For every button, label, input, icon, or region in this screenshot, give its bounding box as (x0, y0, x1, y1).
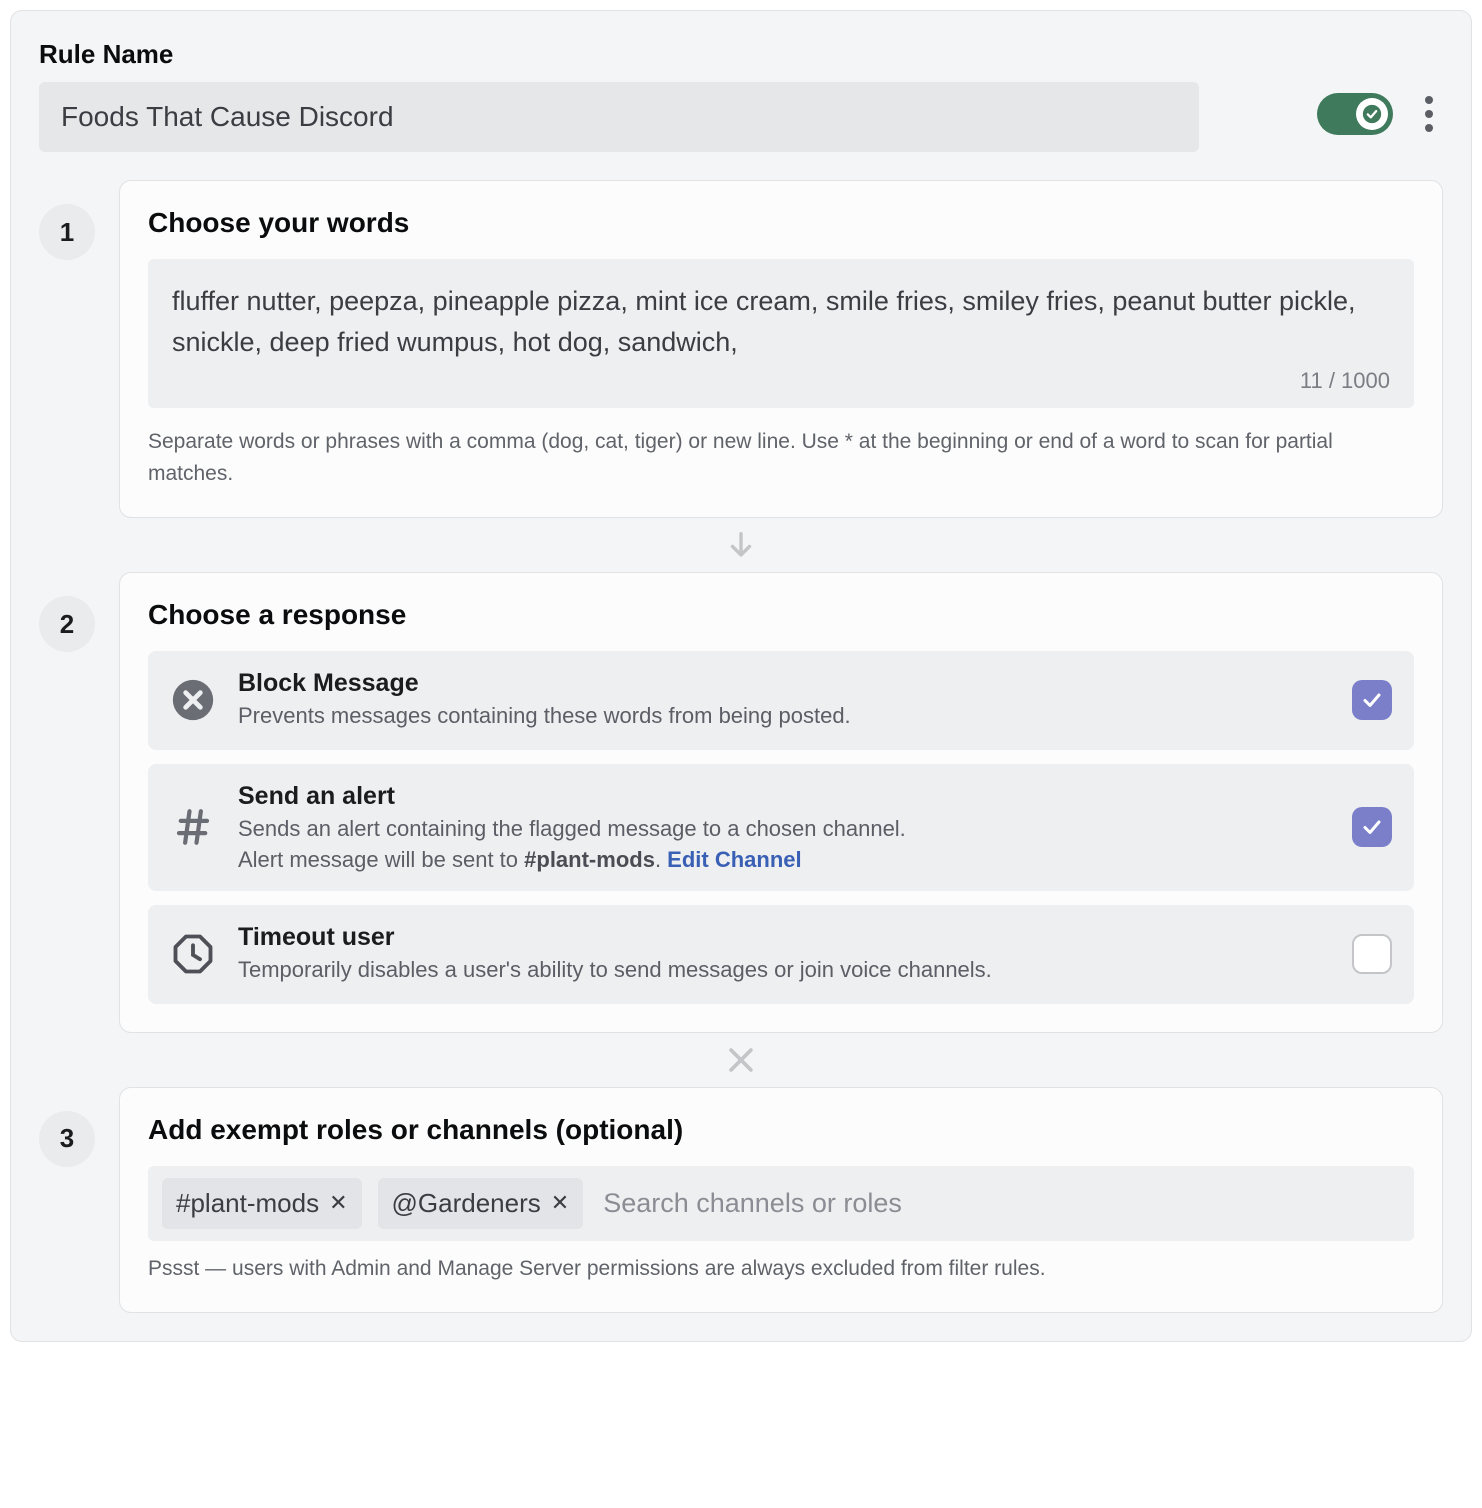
rule-name-label: Rule Name (39, 39, 1199, 70)
exempt-helper-text: Pssst — users with Admin and Manage Serv… (148, 1253, 1414, 1285)
step-1: 1 Choose your words fluffer nutter, peep… (39, 180, 1443, 518)
step-number-2: 2 (39, 596, 95, 652)
rule-name-input[interactable] (39, 82, 1199, 152)
rule-name-block: Rule Name (39, 39, 1199, 152)
response-alert-desc: Sends an alert containing the flagged me… (238, 813, 1330, 845)
response-block-checkbox[interactable] (1352, 680, 1392, 720)
edit-channel-link[interactable]: Edit Channel (667, 847, 801, 872)
step-number-1: 1 (39, 204, 95, 260)
toggle-knob (1356, 98, 1388, 130)
automod-rule-panel: Rule Name 1 Choose your words fluff (10, 10, 1472, 1342)
alert-icon (170, 804, 216, 850)
chip-label: @Gardeners (392, 1188, 541, 1219)
choose-words-card: Choose your words fluffer nutter, peepza… (119, 180, 1443, 518)
chip-remove-icon[interactable]: ✕ (551, 1190, 569, 1216)
x-icon (724, 1043, 758, 1077)
response-timeout-desc: Temporarily disables a user's ability to… (238, 954, 1330, 986)
words-input-container[interactable]: fluffer nutter, peepza, pineapple pizza,… (148, 259, 1414, 408)
response-block-message[interactable]: Block Message Prevents messages containi… (148, 651, 1414, 750)
check-icon (1360, 815, 1384, 839)
exempt-search-input[interactable] (599, 1180, 1400, 1227)
response-timeout-user[interactable]: Timeout user Temporarily disables a user… (148, 905, 1414, 1004)
choose-words-title: Choose your words (148, 207, 1414, 239)
words-helper-text: Separate words or phrases with a comma (… (148, 426, 1414, 489)
response-alert-title: Send an alert (238, 782, 1330, 811)
exempt-title: Add exempt roles or channels (optional) (148, 1114, 1414, 1146)
choose-response-title: Choose a response (148, 599, 1414, 631)
words-counter: 11 / 1000 (172, 368, 1390, 394)
chip-label: #plant-mods (176, 1188, 319, 1219)
exempt-chip[interactable]: #plant-mods ✕ (162, 1178, 362, 1229)
check-icon (1362, 104, 1382, 124)
connector-x (39, 1033, 1443, 1087)
words-textarea[interactable]: fluffer nutter, peepza, pineapple pizza,… (172, 281, 1390, 362)
exempt-card: Add exempt roles or channels (optional) … (119, 1087, 1443, 1314)
header-controls (1317, 93, 1443, 135)
response-alert-extra: Alert message will be sent to #plant-mod… (238, 847, 1330, 873)
block-icon (170, 677, 216, 723)
response-block-desc: Prevents messages containing these words… (238, 700, 1330, 732)
step-3: 3 Add exempt roles or channels (optional… (39, 1087, 1443, 1314)
response-timeout-title: Timeout user (238, 923, 1330, 952)
arrow-down-icon (724, 528, 758, 562)
connector-arrow (39, 518, 1443, 572)
check-icon (1360, 688, 1384, 712)
exempt-chips-row[interactable]: #plant-mods ✕ @Gardeners ✕ (148, 1166, 1414, 1241)
clock-octagon-icon (172, 933, 214, 975)
chip-remove-icon[interactable]: ✕ (329, 1190, 347, 1216)
hash-icon (172, 806, 214, 848)
response-block-body: Block Message Prevents messages containi… (238, 669, 1330, 732)
response-alert-body: Send an alert Sends an alert containing … (238, 782, 1330, 873)
step-number-3: 3 (39, 1111, 95, 1167)
x-circle-icon (171, 678, 215, 722)
timeout-icon (170, 931, 216, 977)
rule-enabled-toggle[interactable] (1317, 93, 1393, 135)
exempt-chip[interactable]: @Gardeners ✕ (378, 1178, 584, 1229)
response-alert-checkbox[interactable] (1352, 807, 1392, 847)
header-row: Rule Name (39, 39, 1443, 152)
alert-extra-suffix: . (655, 847, 667, 872)
response-send-alert[interactable]: Send an alert Sends an alert containing … (148, 764, 1414, 891)
response-block-title: Block Message (238, 669, 1330, 698)
more-options-button[interactable] (1415, 94, 1443, 134)
step-2: 2 Choose a response Block Message Preven… (39, 572, 1443, 1033)
response-timeout-body: Timeout user Temporarily disables a user… (238, 923, 1330, 986)
alert-extra-prefix: Alert message will be sent to (238, 847, 524, 872)
choose-response-card: Choose a response Block Message Prevents… (119, 572, 1443, 1033)
alert-channel-ref: #plant-mods (524, 847, 655, 872)
response-timeout-checkbox[interactable] (1352, 934, 1392, 974)
